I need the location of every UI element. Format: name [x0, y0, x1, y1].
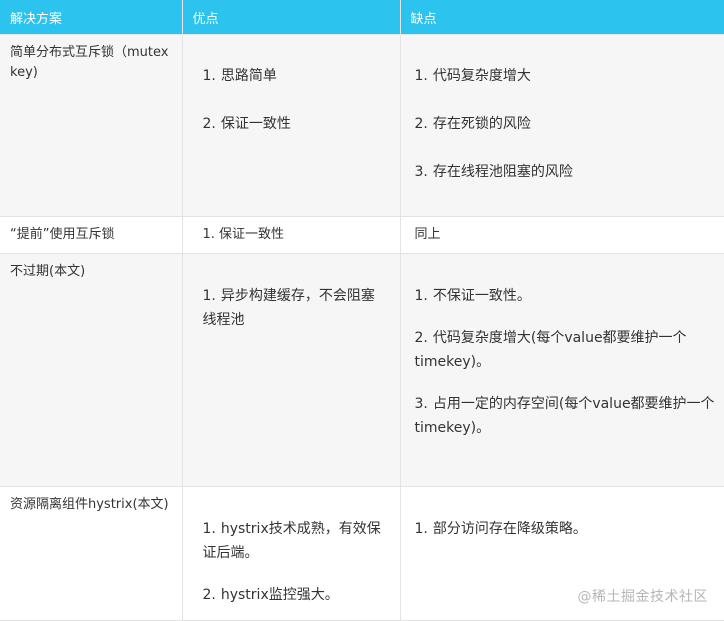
list-item: 2.hystrix监控强大。 — [203, 583, 390, 607]
cons-list: 1.部分访问存在降级策略。 — [401, 487, 724, 541]
pros-list: 1.异步构建缓存，不会阻塞线程池 — [183, 254, 400, 332]
comparison-table: 解决方案 优点 缺点 简单分布式互斥锁（mutex key) 1.思路简单 2.… — [0, 0, 724, 621]
solution-name: 简单分布式互斥锁（mutex key) — [0, 35, 182, 83]
cons-text: 同上 — [401, 217, 724, 245]
pros-text: 1. 保证一致性 — [183, 217, 400, 245]
table-row: 不过期(本文) 1.异步构建缓存，不会阻塞线程池 1.不保证一致性。 2.代码复… — [0, 254, 724, 487]
cons-cell: 1.代码复杂度增大 2.存在死锁的风险 3.存在线程池阻塞的风险 — [400, 35, 724, 217]
list-item: 1.不保证一致性。 — [411, 284, 717, 308]
list-item: 3.占用一定的内存空间(每个value都要维护一个timekey)。 — [411, 392, 717, 440]
pros-cell: 1.思路简单 2.保证一致性 — [182, 35, 400, 217]
list-item: 1.思路简单 — [203, 64, 380, 88]
header-row: 解决方案 优点 缺点 — [0, 0, 724, 35]
solution-name: 不过期(本文) — [0, 254, 182, 282]
header-solution: 解决方案 — [0, 0, 182, 35]
table-row: 简单分布式互斥锁（mutex key) 1.思路简单 2.保证一致性 1.代码复… — [0, 35, 724, 217]
cons-list: 1.代码复杂度增大 2.存在死锁的风险 3.存在线程池阻塞的风险 — [401, 35, 724, 184]
pros-cell: 1. 保证一致性 — [182, 217, 400, 254]
list-item: 1.异步构建缓存，不会阻塞线程池 — [203, 284, 384, 332]
list-item: 2.存在死锁的风险 — [415, 112, 711, 136]
list-item: 2.保证一致性 — [203, 112, 380, 136]
solution-cell: 资源隔离组件hystrix(本文) — [0, 487, 182, 621]
header-pros: 优点 — [182, 0, 400, 35]
cons-list: 1.不保证一致性。 2.代码复杂度增大(每个value都要维护一个timekey… — [401, 254, 724, 440]
cons-cell: 1.不保证一致性。 2.代码复杂度增大(每个value都要维护一个timekey… — [400, 254, 724, 487]
pros-cell: 1.hystrix技术成熟，有效保证后端。 2.hystrix监控强大。 — [182, 487, 400, 621]
watermark: @稀土掘金技术社区 — [578, 586, 709, 606]
cons-cell: 同上 — [400, 217, 724, 254]
list-item: 1.hystrix技术成熟，有效保证后端。 — [203, 517, 390, 565]
table-row: “提前”使用互斥锁 1. 保证一致性 同上 — [0, 217, 724, 254]
header-cons: 缺点 — [400, 0, 724, 35]
list-item: 2.代码复杂度增大(每个value都要维护一个timekey)。 — [411, 326, 717, 374]
solution-name: 资源隔离组件hystrix(本文) — [0, 487, 182, 515]
pros-list: 1.hystrix技术成熟，有效保证后端。 2.hystrix监控强大。 — [183, 487, 400, 607]
solution-cell: 简单分布式互斥锁（mutex key) — [0, 35, 182, 217]
pros-list: 1.思路简单 2.保证一致性 — [183, 35, 400, 136]
list-item: 1.部分访问存在降级策略。 — [415, 517, 711, 541]
list-item: 3.存在线程池阻塞的风险 — [415, 160, 711, 184]
solution-cell: “提前”使用互斥锁 — [0, 217, 182, 254]
pros-cell: 1.异步构建缓存，不会阻塞线程池 — [182, 254, 400, 487]
list-item: 1.代码复杂度增大 — [415, 64, 711, 88]
solution-name: “提前”使用互斥锁 — [0, 217, 182, 245]
solution-cell: 不过期(本文) — [0, 254, 182, 487]
